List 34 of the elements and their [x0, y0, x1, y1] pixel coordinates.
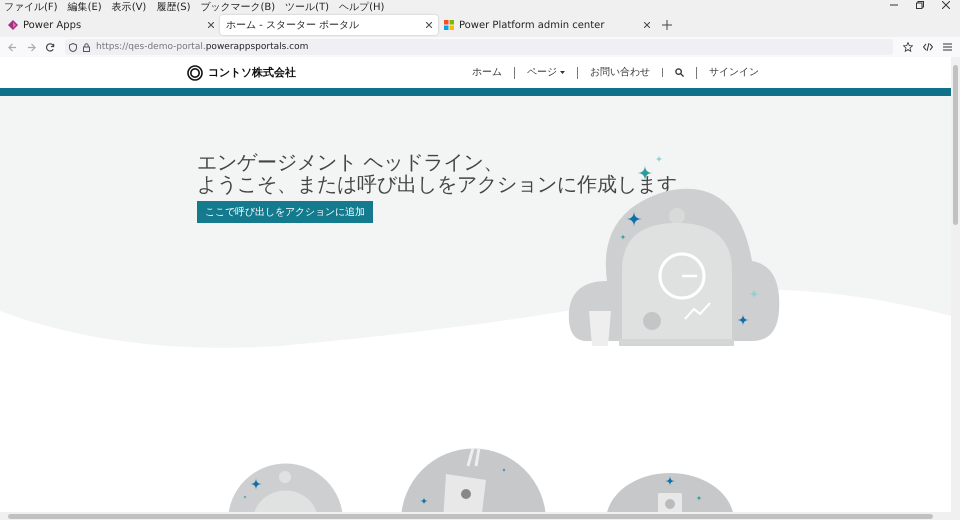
menu-icon[interactable] — [943, 43, 952, 51]
menu-item[interactable]: ファイル(F) — [4, 0, 58, 14]
app-logo-icon — [8, 20, 18, 30]
restore-icon[interactable] — [916, 1, 924, 9]
star-icon[interactable] — [903, 42, 913, 52]
caret-icon[interactable] — [560, 71, 565, 74]
browser-tab[interactable]: ホーム - スターター ポータル — [220, 15, 438, 35]
shield-icon[interactable] — [69, 42, 77, 52]
brand-logo-icon — [187, 64, 203, 80]
nav-link[interactable]: サインイン — [709, 66, 759, 78]
close-icon[interactable] — [942, 1, 950, 9]
nav-link[interactable]: お問い合わせ — [590, 66, 650, 78]
menu-item[interactable]: ツール(T) — [285, 0, 330, 14]
search-icon[interactable] — [675, 68, 684, 77]
menu-item[interactable]: ヘルプ(H) — [339, 0, 384, 14]
close-tab-icon[interactable] — [426, 22, 432, 28]
browser-tab[interactable]: Power Platform admin center — [438, 15, 656, 35]
code-icon[interactable] — [923, 42, 933, 52]
menu-item[interactable]: 履歴(S) — [156, 0, 190, 14]
new-tab-icon[interactable] — [662, 20, 672, 30]
url-text[interactable]: https://qes-demo-portal.powerappsportals.com — [96, 42, 308, 52]
menu-item[interactable]: ブックマーク(B) — [200, 0, 276, 14]
windows-logo-icon — [444, 20, 454, 30]
menu-item[interactable]: 表示(V) — [112, 0, 146, 14]
close-tab-icon[interactable] — [208, 22, 214, 28]
nav-link[interactable]: ホーム — [472, 66, 502, 78]
browser-tab[interactable]: Power Apps — [2, 15, 220, 35]
reload-icon[interactable] — [46, 42, 55, 52]
brand-name[interactable]: コントソ株式会社 — [208, 65, 296, 80]
call-to-action-button[interactable]: ここで呼び出しをアクションに追加 — [197, 201, 373, 223]
menu-item[interactable]: 編集(E) — [68, 0, 102, 14]
nav-dropdown[interactable]: ページ — [527, 66, 557, 78]
close-tab-icon[interactable] — [644, 22, 650, 28]
lock-icon[interactable] — [83, 42, 90, 52]
